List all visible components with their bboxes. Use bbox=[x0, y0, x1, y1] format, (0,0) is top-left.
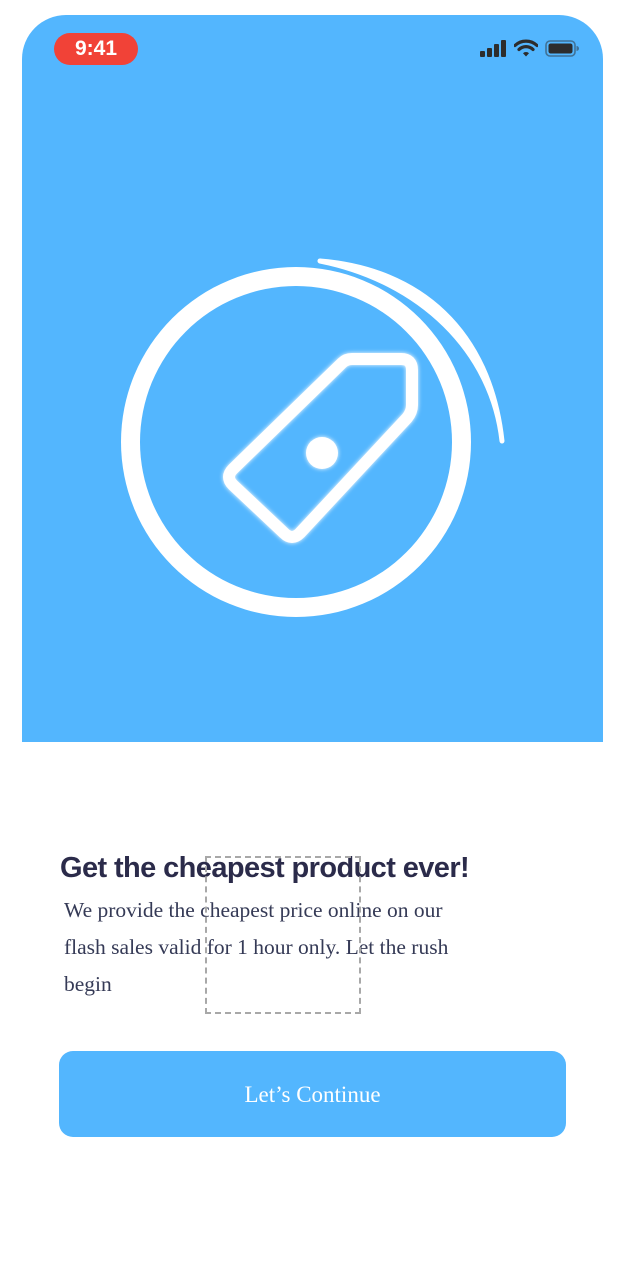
battery-icon bbox=[545, 39, 579, 57]
status-icons bbox=[480, 39, 579, 57]
wifi-icon bbox=[514, 39, 538, 57]
price-tag-illustration bbox=[121, 258, 505, 617]
status-bar: 9:41 bbox=[22, 15, 603, 85]
hero-illustration-area: 9:41 bbox=[22, 15, 603, 742]
cellular-signal-icon bbox=[480, 39, 506, 57]
continue-button[interactable]: Let’s Continue bbox=[59, 1051, 566, 1137]
onboarding-screen: 9:41 Get the cheapest product ever! We p… bbox=[0, 0, 624, 1280]
status-time: 9:41 bbox=[54, 33, 138, 65]
dashed-selection-overlay bbox=[205, 856, 361, 1014]
